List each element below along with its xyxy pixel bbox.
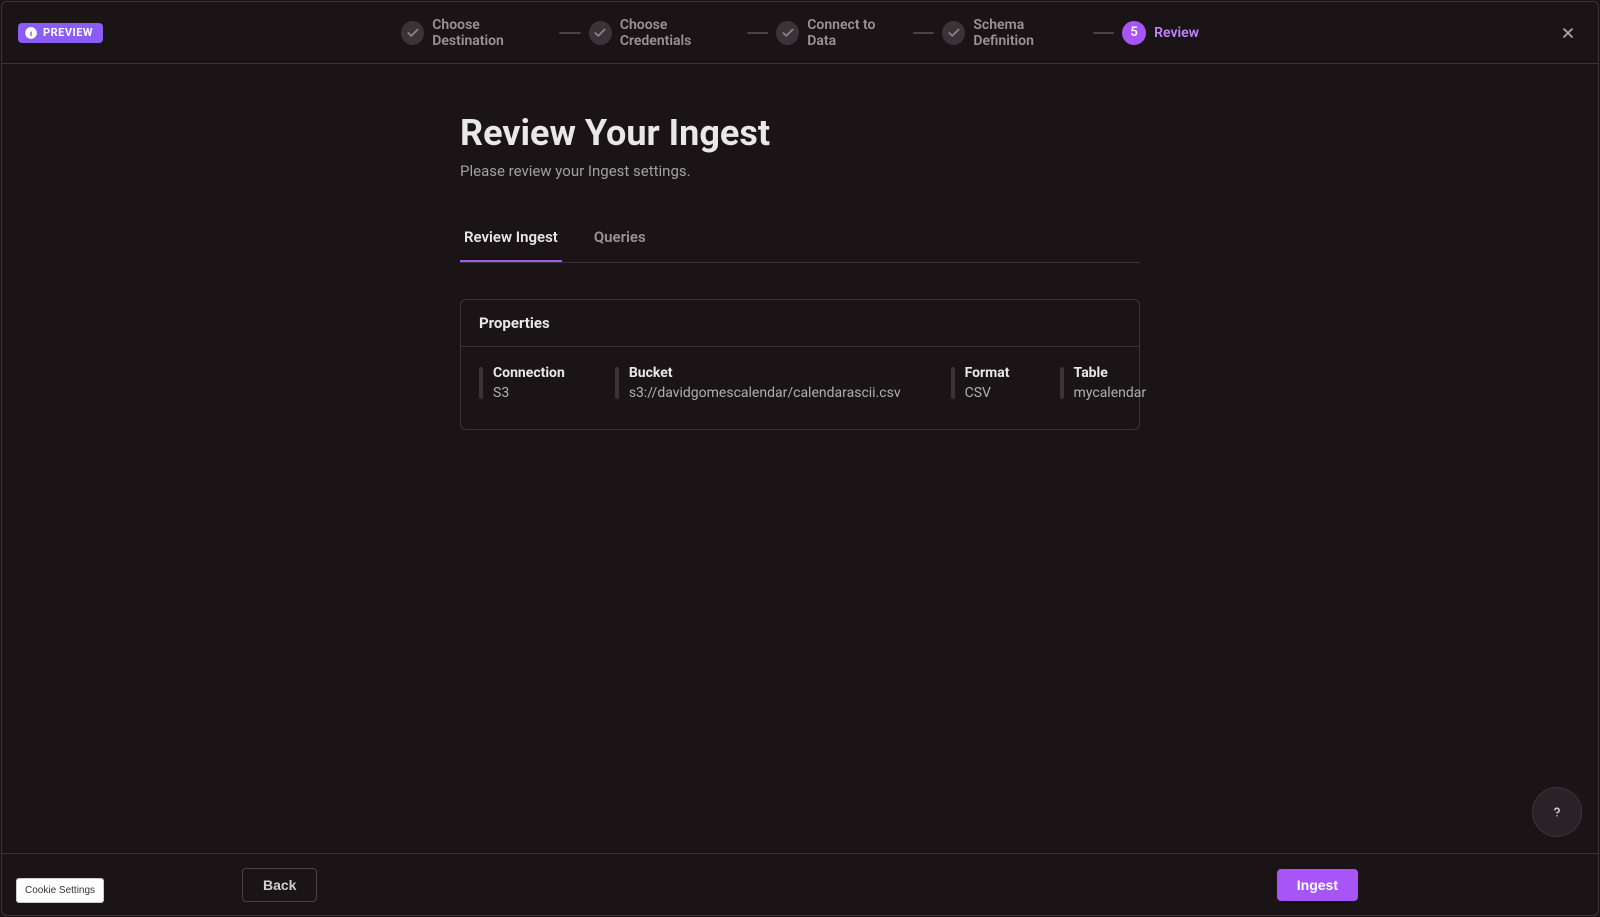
modal-content: Review Your Ingest Please review your In… [2, 64, 1598, 853]
page-title: Review Your Ingest [460, 112, 1140, 154]
step-label: Choose Credentials [620, 17, 739, 49]
check-icon [942, 21, 965, 45]
tabs: Review Ingest Queries [460, 228, 1140, 263]
property-accent-bar [479, 367, 483, 399]
info-icon [24, 26, 38, 40]
property-table: Table mycalendar [1060, 365, 1147, 401]
step-label: Schema Definition [973, 17, 1084, 49]
property-value: mycalendar [1074, 385, 1147, 401]
help-icon [1548, 803, 1566, 821]
tab-review-ingest[interactable]: Review Ingest [460, 228, 562, 262]
property-label: Table [1074, 365, 1147, 381]
step-connect-to-data[interactable]: Connect to Data [776, 17, 905, 49]
property-accent-bar [1060, 367, 1064, 399]
property-bucket: Bucket s3://davidgomescalendar/calendara… [615, 365, 901, 401]
property-label: Bucket [629, 365, 901, 381]
modal-header: PREVIEW Choose Destination Choose Creden… [2, 2, 1598, 64]
step-divider [913, 32, 934, 34]
properties-header: Properties [461, 300, 1139, 347]
back-button[interactable]: Back [242, 868, 317, 902]
property-connection: Connection S3 [479, 365, 565, 401]
close-icon [1560, 25, 1576, 41]
step-number: 5 [1122, 21, 1146, 45]
step-divider [747, 32, 768, 34]
help-button[interactable] [1532, 787, 1582, 837]
properties-body: Connection S3 Bucket s3://davidgomescale… [461, 347, 1139, 429]
property-accent-bar [951, 367, 955, 399]
tab-queries[interactable]: Queries [590, 228, 650, 262]
step-review[interactable]: 5 Review [1122, 21, 1199, 45]
step-choose-credentials[interactable]: Choose Credentials [589, 17, 739, 49]
step-label: Connect to Data [807, 17, 904, 49]
page-subtitle: Please review your Ingest settings. [460, 162, 1140, 180]
preview-badge: PREVIEW [18, 23, 103, 43]
properties-card: Properties Connection S3 Bucket s3:// [460, 299, 1140, 430]
close-button[interactable] [1556, 21, 1580, 45]
property-accent-bar [615, 367, 619, 399]
property-value: s3://davidgomescalendar/calendarascii.cs… [629, 385, 901, 401]
property-value: CSV [965, 385, 1010, 401]
step-label: Choose Destination [432, 17, 551, 49]
property-value: S3 [493, 385, 565, 401]
step-divider [1093, 32, 1114, 34]
step-label: Review [1154, 25, 1199, 41]
preview-badge-label: PREVIEW [43, 26, 93, 39]
step-choose-destination[interactable]: Choose Destination [401, 17, 551, 49]
check-icon [401, 21, 424, 45]
property-format: Format CSV [951, 365, 1010, 401]
check-icon [589, 21, 612, 45]
modal-footer: Back Ingest [2, 853, 1598, 915]
step-divider [559, 32, 580, 34]
step-schema-definition[interactable]: Schema Definition [942, 17, 1085, 49]
stepper: Choose Destination Choose Credentials Co… [401, 17, 1199, 49]
property-label: Format [965, 365, 1010, 381]
check-icon [776, 21, 799, 45]
property-label: Connection [493, 365, 565, 381]
ingest-button[interactable]: Ingest [1277, 869, 1358, 901]
cookie-settings-button[interactable]: Cookie Settings [16, 878, 104, 903]
